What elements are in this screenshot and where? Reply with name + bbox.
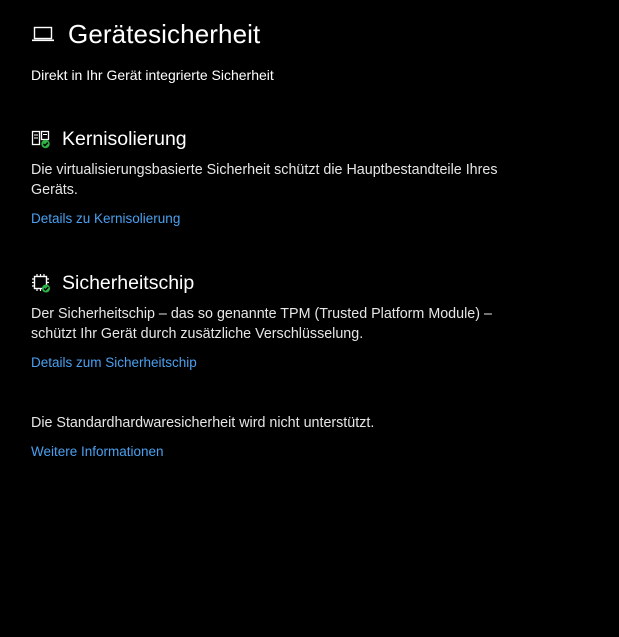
security-chip-description: Der Sicherheitschip – das so genannte TP…: [31, 306, 492, 342]
core-isolation-title: Kernisolierung: [62, 128, 187, 150]
device-security-page: Gerätesicherheit Direkt in Ihr Gerät int…: [0, 0, 619, 637]
security-chip-header: Sicherheitschip: [31, 271, 194, 295]
page-subtitle: Direkt in Ihr Gerät integrierte Sicherhe…: [31, 67, 274, 83]
core-isolation-details-link[interactable]: Details zu Kernisolierung: [31, 210, 180, 228]
security-chip-details-link[interactable]: Details zum Sicherheitschip: [31, 354, 197, 372]
core-isolation-header: Kernisolierung: [31, 127, 187, 151]
page-title: Gerätesicherheit: [68, 19, 261, 49]
page-header: Gerätesicherheit: [31, 18, 260, 50]
core-isolation-description: Die virtualisierungsbasierte Sicherheit …: [31, 162, 498, 198]
security-chip-icon: [31, 273, 51, 293]
core-isolation-icon: [31, 129, 51, 149]
more-info-link[interactable]: Weitere Informationen: [31, 443, 164, 461]
hardware-security-status: Die Standardhardwaresicherheit wird nich…: [31, 415, 375, 431]
security-chip-title: Sicherheitschip: [62, 272, 195, 294]
laptop-icon: [31, 24, 55, 44]
